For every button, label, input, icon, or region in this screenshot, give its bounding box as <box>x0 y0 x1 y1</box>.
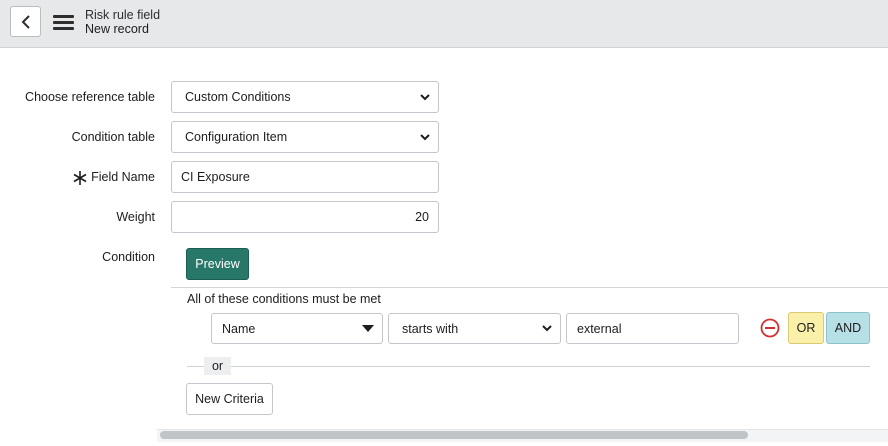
condition-builder <box>171 287 888 427</box>
or-divider <box>187 366 870 367</box>
condition-group-title: All of these conditions must be met <box>187 292 381 306</box>
caret-down-icon <box>362 325 374 332</box>
hamburger-menu-icon[interactable] <box>53 15 74 30</box>
condition-value-text: external <box>577 321 622 336</box>
chevron-left-icon <box>21 14 30 29</box>
condition-operator-value: starts with <box>402 321 459 336</box>
field-name-input[interactable]: CI Exposure <box>171 161 439 193</box>
form-header: Risk rule field New record <box>0 0 888 48</box>
reference-table-value: Custom Conditions <box>185 90 291 104</box>
condition-value-input[interactable]: external <box>566 313 739 344</box>
weight-input[interactable]: 20 <box>171 201 439 233</box>
condition-table-value: Configuration Item <box>185 130 288 144</box>
weight-value: 20 <box>415 210 429 224</box>
back-button[interactable] <box>10 6 41 37</box>
preview-button[interactable]: Preview <box>186 248 249 280</box>
field-name-value: CI Exposure <box>181 170 250 184</box>
chevron-down-icon <box>420 93 430 100</box>
chevron-down-icon <box>420 133 430 140</box>
condition-label: Condition <box>102 250 155 264</box>
condition-field-select[interactable]: Name <box>211 313 383 344</box>
record-subtitle: New record <box>85 22 149 36</box>
weight-label: Weight <box>116 210 155 224</box>
add-and-condition-button[interactable]: AND <box>826 312 870 344</box>
reference-table-label: Choose reference table <box>25 90 155 104</box>
new-criteria-button[interactable]: New Criteria <box>186 383 273 415</box>
condition-table-select[interactable]: Configuration Item <box>171 121 439 153</box>
scrollbar-thumb[interactable] <box>160 431 748 439</box>
remove-condition-icon[interactable] <box>760 318 780 338</box>
condition-table-label: Condition table <box>71 130 155 144</box>
field-name-label: Field Name <box>91 170 155 184</box>
add-or-condition-button[interactable]: OR <box>788 312 824 344</box>
condition-field-value: Name <box>222 321 256 336</box>
or-separator-label: or <box>204 357 231 375</box>
reference-table-select[interactable]: Custom Conditions <box>171 81 439 113</box>
condition-operator-select[interactable]: starts with <box>388 313 561 344</box>
record-table-title: Risk rule field <box>85 8 161 22</box>
chevron-down-icon <box>542 325 552 332</box>
